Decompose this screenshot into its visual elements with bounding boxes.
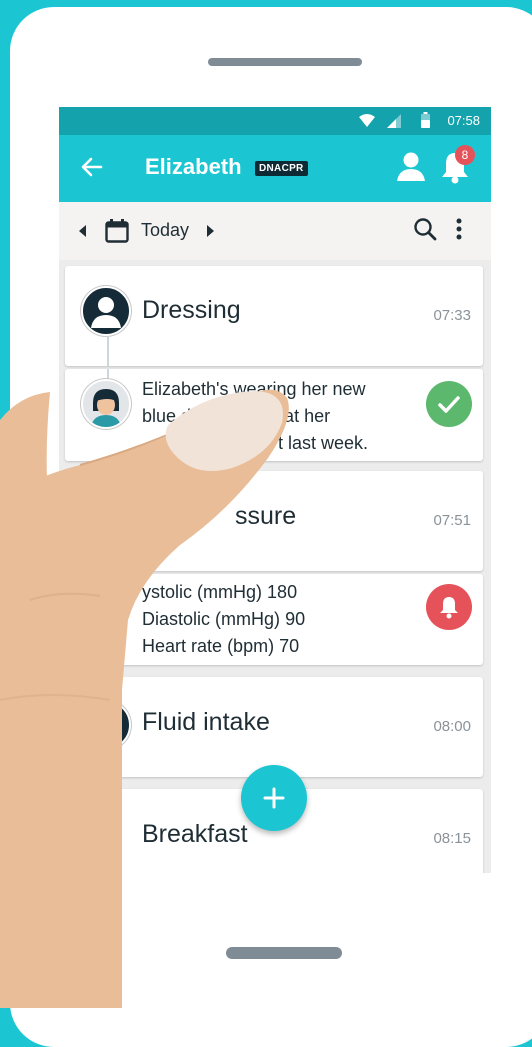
next-day-icon[interactable] bbox=[206, 225, 214, 237]
note-line: t last week. bbox=[278, 433, 369, 453]
reading-heart-rate: Heart rate (bpm) 70 bbox=[142, 636, 300, 656]
check-icon bbox=[438, 396, 460, 413]
plus-icon bbox=[263, 787, 285, 809]
wifi-icon bbox=[359, 114, 375, 127]
note-line: blue d that her bbox=[142, 406, 331, 426]
alert-status bbox=[426, 584, 472, 630]
previous-day-icon[interactable] bbox=[79, 225, 87, 237]
person-avatar bbox=[81, 286, 131, 336]
app-bar: Elizabeth DNACPR 8 bbox=[59, 135, 491, 202]
task-card-fluid-intake[interactable]: Fluid intake 08:00 bbox=[65, 677, 483, 777]
timeline-connector bbox=[107, 369, 109, 379]
task-note-dressing[interactable]: Elizabeth's wearing her new blue d that h… bbox=[65, 369, 483, 461]
more-options-icon[interactable] bbox=[453, 217, 465, 241]
signal-icon bbox=[387, 114, 401, 128]
fluid-intake-icon bbox=[81, 700, 131, 750]
readings-list: ystolic (mmHg) 180 Diastolic (mmHg) 90 H… bbox=[142, 579, 305, 660]
status-bar: 07:58 bbox=[59, 107, 491, 135]
add-task-button[interactable] bbox=[241, 765, 307, 831]
date-label[interactable]: Today bbox=[141, 220, 189, 241]
timeline-connector bbox=[107, 336, 109, 366]
phone-speaker bbox=[208, 58, 362, 66]
back-arrow-icon[interactable] bbox=[81, 156, 103, 178]
app-screen: 07:58 Elizabeth DNACPR 8 Today Dressing … bbox=[59, 107, 491, 873]
reading-diastolic: Diastolic (mmHg) 90 bbox=[142, 609, 306, 629]
dnacpr-badge: DNACPR bbox=[255, 161, 308, 176]
task-card-blood-pressure[interactable]: ssure 07:51 bbox=[65, 471, 483, 571]
task-time: 08:00 bbox=[433, 718, 471, 735]
note-line: Elizabeth's wearing her new bbox=[142, 379, 366, 399]
note-text: Elizabeth's wearing her new blue d that h… bbox=[142, 376, 422, 457]
reading-systolic: ystolic (mmHg) 180 bbox=[142, 582, 298, 602]
battery-icon bbox=[421, 112, 430, 128]
task-title: Fluid intake bbox=[142, 708, 270, 736]
task-title: Breakfast bbox=[142, 820, 248, 848]
date-navigation: Today bbox=[59, 202, 491, 260]
task-time: 07:33 bbox=[433, 307, 471, 324]
carer-avatar bbox=[81, 379, 131, 429]
search-icon[interactable] bbox=[413, 217, 437, 241]
notification-badge: 8 bbox=[455, 145, 475, 165]
task-card-dressing[interactable]: Dressing 07:33 bbox=[65, 266, 483, 366]
task-time: 07:51 bbox=[433, 512, 471, 529]
task-title: Dressing bbox=[142, 296, 241, 324]
task-time: 08:15 bbox=[433, 830, 471, 847]
blood-pressure-readings[interactable]: ystolic (mmHg) 180 Diastolic (mmHg) 90 H… bbox=[65, 574, 483, 665]
task-title: ssure bbox=[235, 502, 297, 530]
person-silhouette-icon bbox=[91, 297, 121, 328]
page-title: Elizabeth bbox=[145, 154, 242, 179]
calendar-icon[interactable] bbox=[105, 219, 129, 243]
status-time: 07:58 bbox=[447, 113, 480, 128]
alert-bell-icon bbox=[440, 597, 458, 619]
home-indicator[interactable] bbox=[226, 947, 342, 959]
carer-face-icon bbox=[91, 389, 121, 427]
person-icon[interactable] bbox=[395, 150, 427, 182]
completed-status bbox=[426, 381, 472, 427]
